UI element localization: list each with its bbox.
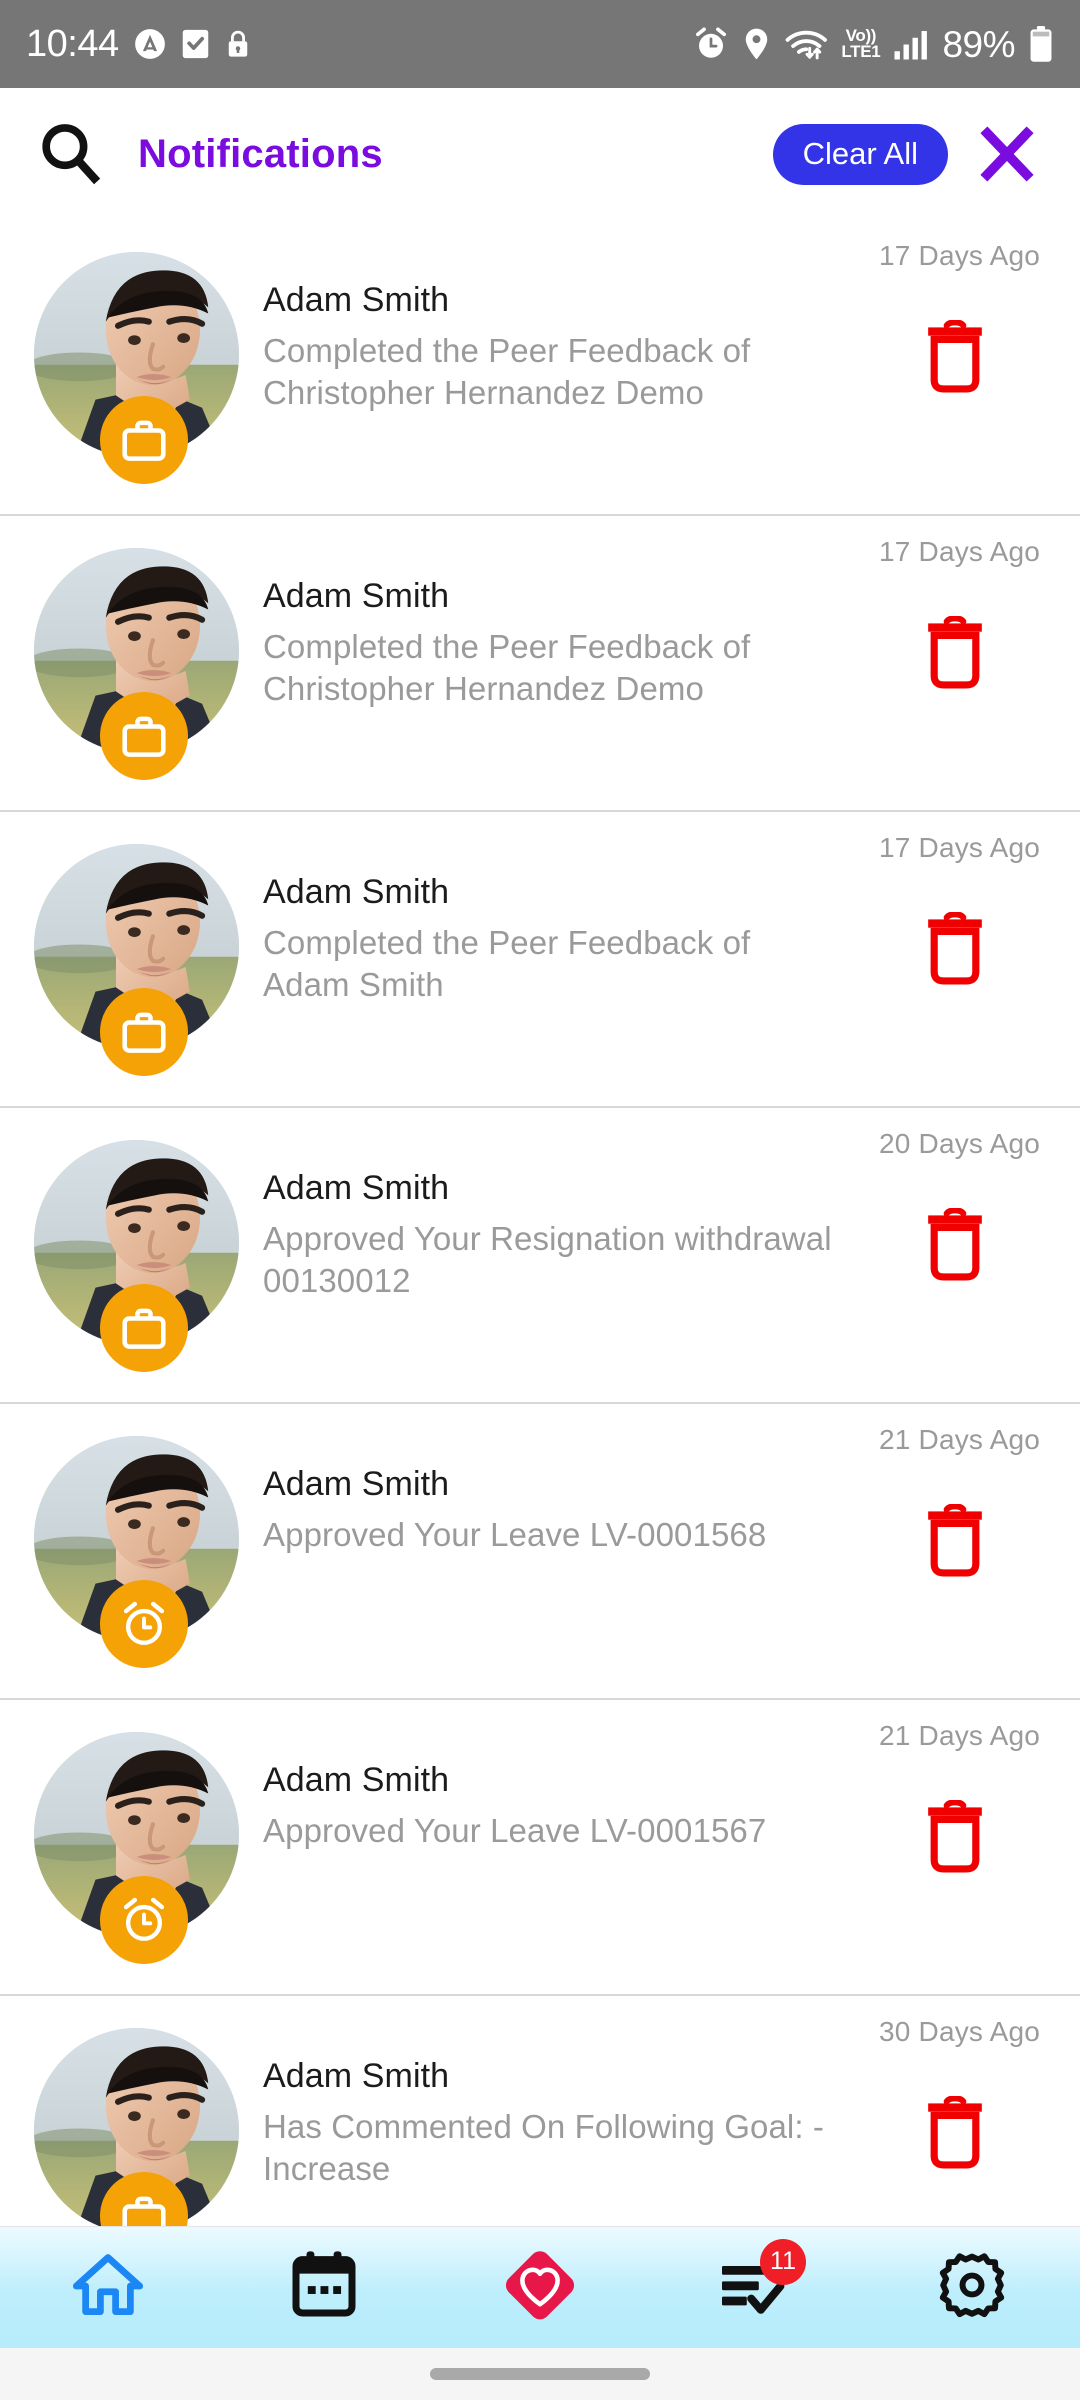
avatar-container — [34, 812, 244, 1106]
notification-timestamp: 21 Days Ago — [879, 1720, 1040, 1751]
briefcase-icon — [100, 988, 188, 1076]
nav-settings[interactable] — [912, 2233, 1032, 2343]
avatar-container — [34, 1700, 244, 1994]
checkbox-icon — [181, 27, 210, 61]
avatar-container — [34, 220, 244, 514]
briefcase-icon — [100, 1284, 188, 1372]
notification-row[interactable]: Adam Smith Approved Your Resignation wit… — [0, 1108, 1080, 1404]
avatar-container — [34, 1108, 244, 1402]
antivirus-icon — [133, 27, 167, 61]
notification-row[interactable]: Adam Smith Approved Your Leave LV-000156… — [0, 1700, 1080, 1996]
notification-message: Approved Your Resignation withdrawal 001… — [263, 1220, 832, 1299]
close-icon[interactable] — [974, 121, 1040, 187]
notification-meta: 20 Days Ago — [836, 1108, 1046, 1402]
avatar-container — [34, 1404, 244, 1698]
tasks-badge: 11 — [760, 2238, 806, 2285]
status-bar-left: 10:44 — [26, 25, 252, 63]
heart-diamond-icon — [492, 2237, 588, 2338]
nav-calendar[interactable] — [264, 2233, 384, 2343]
notification-meta: 21 Days Ago — [836, 1700, 1046, 1994]
alarm-icon — [100, 1580, 188, 1668]
notification-timestamp: 20 Days Ago — [879, 1128, 1040, 1159]
notification-sender: Adam Smith — [263, 281, 450, 319]
notification-row[interactable]: Adam Smith Completed the Peer Feedback o… — [0, 516, 1080, 812]
notification-sender: Adam Smith — [263, 1465, 450, 1503]
battery-icon — [1028, 25, 1054, 63]
header-actions: Clear All — [772, 121, 1046, 187]
alarm-icon — [100, 1876, 188, 1964]
notification-timestamp: 17 Days Ago — [879, 832, 1040, 863]
notification-message: Approved Your Leave LV-0001567 — [263, 1812, 767, 1850]
notification-meta: 17 Days Ago — [836, 812, 1046, 1106]
notification-body: Adam Smith Approved Your Leave LV-000156… — [244, 1700, 836, 1994]
notifications-screen: 10:44 Vo)) LTE1 89% Notifications Clear … — [0, 0, 1080, 2400]
alarm-icon — [693, 26, 729, 62]
notification-sender: Adam Smith — [263, 873, 450, 911]
notification-meta: 17 Days Ago — [836, 516, 1046, 810]
location-icon — [742, 26, 771, 62]
battery-percent: 89% — [942, 23, 1015, 65]
notification-sender: Adam Smith — [263, 2057, 450, 2095]
briefcase-icon — [100, 396, 188, 484]
delete-icon[interactable] — [924, 1503, 986, 1578]
delete-icon[interactable] — [924, 1207, 986, 1282]
home-icon — [70, 2247, 146, 2328]
delete-icon[interactable] — [924, 2095, 986, 2170]
notification-message: Completed the Peer Feedback of Christoph… — [263, 332, 751, 411]
notification-body: Adam Smith Completed the Peer Feedback o… — [244, 812, 836, 1106]
notification-body: Adam Smith Has Commented On Following Go… — [244, 1996, 836, 2226]
volte-label: Vo)) LTE1 — [841, 26, 881, 61]
bottom-navigation: 11 — [0, 2226, 1080, 2348]
nav-wellness[interactable] — [480, 2233, 600, 2343]
notification-meta: 30 Days Ago — [836, 1996, 1046, 2226]
notification-timestamp: 17 Days Ago — [879, 536, 1040, 567]
notification-timestamp: 30 Days Ago — [879, 2016, 1040, 2047]
notification-sender: Adam Smith — [263, 1761, 450, 1799]
status-bar: 10:44 Vo)) LTE1 89% — [0, 0, 1080, 88]
wifi-icon — [784, 26, 828, 62]
notification-meta: 21 Days Ago — [836, 1404, 1046, 1698]
delete-icon[interactable] — [924, 911, 986, 986]
settings-gear-icon — [935, 2248, 1009, 2327]
notification-row[interactable]: Adam Smith Has Commented On Following Go… — [0, 1996, 1080, 2226]
notification-message: Completed the Peer Feedback of Christoph… — [263, 628, 751, 707]
status-bar-right: Vo)) LTE1 89% — [693, 25, 1054, 63]
notification-body: Adam Smith Approved Your Leave LV-000156… — [244, 1404, 836, 1698]
page-title: Notifications — [138, 131, 383, 176]
notification-body: Adam Smith Completed the Peer Feedback o… — [244, 220, 836, 514]
notification-timestamp: 21 Days Ago — [879, 1424, 1040, 1455]
avatar-container — [34, 1996, 244, 2226]
notification-message: Completed the Peer Feedback of Adam Smit… — [263, 924, 751, 1003]
briefcase-icon — [100, 692, 188, 780]
notification-row[interactable]: Adam Smith Completed the Peer Feedback o… — [0, 812, 1080, 1108]
notification-row[interactable]: Adam Smith Completed the Peer Feedback o… — [0, 220, 1080, 516]
notification-message: Has Commented On Following Goal: - Incre… — [263, 2108, 824, 2187]
calendar-icon — [291, 2250, 357, 2325]
status-time: 10:44 — [26, 23, 119, 65]
signal-icon — [893, 28, 929, 61]
delete-icon[interactable] — [924, 1799, 986, 1874]
nav-tasks[interactable]: 11 — [696, 2233, 816, 2343]
notification-sender: Adam Smith — [263, 1169, 450, 1207]
notification-list[interactable]: Adam Smith Completed the Peer Feedback o… — [0, 220, 1080, 2226]
notification-body: Adam Smith Approved Your Resignation wit… — [244, 1108, 836, 1402]
notification-body: Adam Smith Completed the Peer Feedback o… — [244, 516, 836, 810]
delete-icon[interactable] — [924, 319, 986, 394]
delete-icon[interactable] — [924, 615, 986, 690]
clear-all-button[interactable]: Clear All — [772, 123, 948, 185]
lock-icon — [224, 27, 252, 61]
nav-home[interactable] — [48, 2233, 168, 2343]
avatar-container — [34, 516, 244, 810]
gesture-bar[interactable] — [430, 2368, 650, 2380]
notification-timestamp: 17 Days Ago — [879, 240, 1040, 271]
gesture-nav-area — [0, 2348, 1080, 2400]
notification-meta: 17 Days Ago — [836, 220, 1046, 514]
notification-sender: Adam Smith — [263, 577, 450, 615]
notification-message: Approved Your Leave LV-0001568 — [263, 1516, 767, 1554]
notification-row[interactable]: Adam Smith Approved Your Leave LV-000156… — [0, 1404, 1080, 1700]
search-icon[interactable] — [34, 117, 108, 191]
page-header: Notifications Clear All — [0, 88, 1080, 220]
